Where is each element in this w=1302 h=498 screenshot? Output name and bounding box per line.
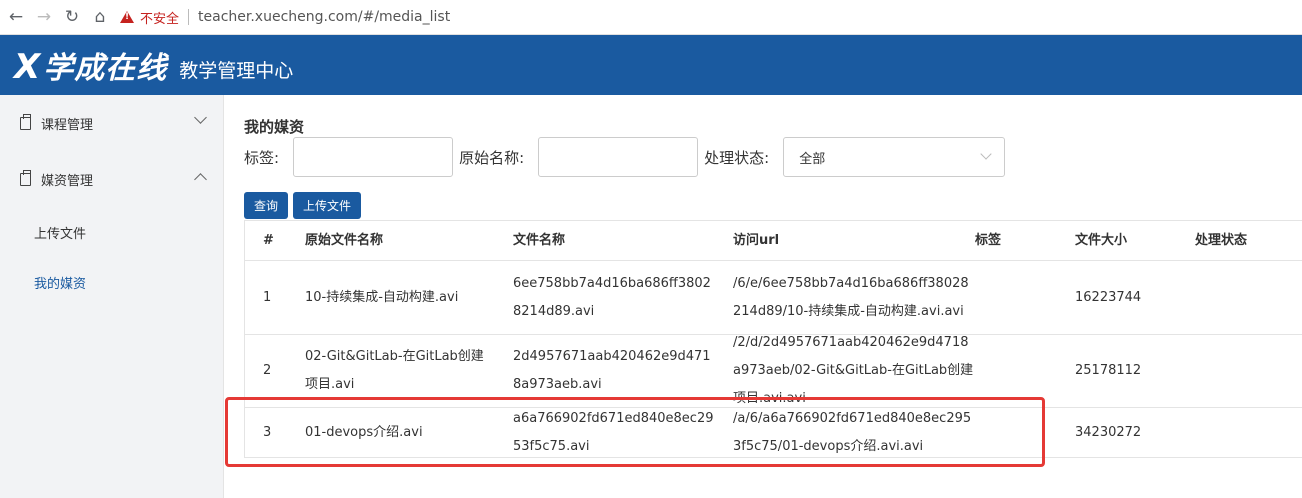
original-name-cell: 10-持续集成-自动构建.avi: [305, 289, 459, 305]
tag-input[interactable]: [293, 137, 454, 177]
header-title: 教学管理中心: [179, 59, 294, 82]
sidebar-item-my-media[interactable]: 我的媒资: [0, 257, 223, 307]
status-select[interactable]: 全部: [783, 137, 1006, 177]
query-button[interactable]: 查询: [244, 192, 289, 219]
reload-icon[interactable]: ↻: [58, 7, 86, 27]
original-name-label: 原始名称:: [459, 148, 525, 167]
security-label[interactable]: 不安全: [140, 8, 179, 27]
table-header-row: # 原始文件名称 文件名称 访问url 标签 文件大小 处理状态: [245, 220, 1302, 261]
document-icon: [20, 113, 31, 130]
status-label: 处理状态:: [704, 148, 770, 167]
column-header: 原始文件名称: [305, 232, 384, 248]
logo[interactable]: X学成在线: [14, 43, 167, 87]
chevron-down-icon: [194, 111, 207, 124]
filter-bar: 标签: 原始名称: 处理状态: 全部: [244, 137, 1006, 177]
row-index: 1: [263, 289, 272, 305]
table-row[interactable]: 1 10-持续集成-自动构建.avi 6ee758bb7a4d16ba686ff…: [245, 261, 1302, 335]
divider: [188, 9, 190, 25]
browser-toolbar: ← → ↻ ⌂ 不安全 teacher.xuecheng.com/#/media…: [0, 0, 1302, 35]
page-title: 我的媒资: [244, 118, 305, 136]
size-cell: 34230272: [1075, 424, 1142, 440]
address-bar[interactable]: 不安全 teacher.xuecheng.com/#/media_list: [120, 3, 450, 31]
app-header: X学成在线 教学管理中心: [0, 35, 1302, 95]
sidebar: 课程管理 媒资管理 上传文件 我的媒资: [0, 95, 224, 498]
sidebar-group-label: 媒资管理: [41, 173, 94, 189]
button-group: 查询 上传文件: [244, 192, 366, 219]
original-name-input[interactable]: [538, 137, 699, 177]
sidebar-item-upload[interactable]: 上传文件: [0, 207, 223, 257]
column-header: 文件名称: [513, 232, 566, 248]
url-cell: /6/e/6ee758bb7a4d16ba686ff38028214d89/10…: [733, 275, 969, 319]
back-arrow-icon[interactable]: ←: [2, 7, 30, 27]
file-name-cell: 2d4957671aab420462e9d4718a973aeb.avi: [513, 349, 711, 392]
column-header: 标签: [975, 232, 1002, 248]
sidebar-group-course[interactable]: 课程管理: [0, 95, 223, 151]
sidebar-group-media[interactable]: 媒资管理: [0, 151, 223, 207]
warning-icon: [120, 11, 134, 23]
upload-button[interactable]: 上传文件: [293, 192, 362, 219]
sidebar-group-label: 课程管理: [41, 117, 94, 133]
column-header: 访问url: [733, 232, 780, 248]
row-index: 2: [263, 363, 272, 378]
home-icon[interactable]: ⌂: [86, 7, 114, 27]
url-text[interactable]: teacher.xuecheng.com/#/media_list: [198, 9, 450, 25]
chevron-up-icon: [194, 173, 207, 186]
tag-label: 标签:: [244, 148, 280, 167]
column-header: 处理状态: [1195, 232, 1248, 248]
chevron-down-icon: [980, 148, 992, 160]
document-icon: [20, 169, 31, 186]
forward-arrow-icon[interactable]: →: [30, 7, 58, 27]
size-cell: 16223744: [1075, 289, 1142, 305]
column-header: #: [263, 232, 274, 248]
size-cell: 25178112: [1075, 363, 1142, 378]
column-header: 文件大小: [1075, 232, 1128, 248]
original-name-cell: 02-Git&GitLab-在GitLab创建项目.avi: [305, 349, 484, 392]
status-select-value: 全部: [799, 151, 826, 167]
file-name-cell: 6ee758bb7a4d16ba686ff38028214d89.avi: [513, 275, 711, 319]
highlight-annotation-box: [225, 397, 1045, 467]
